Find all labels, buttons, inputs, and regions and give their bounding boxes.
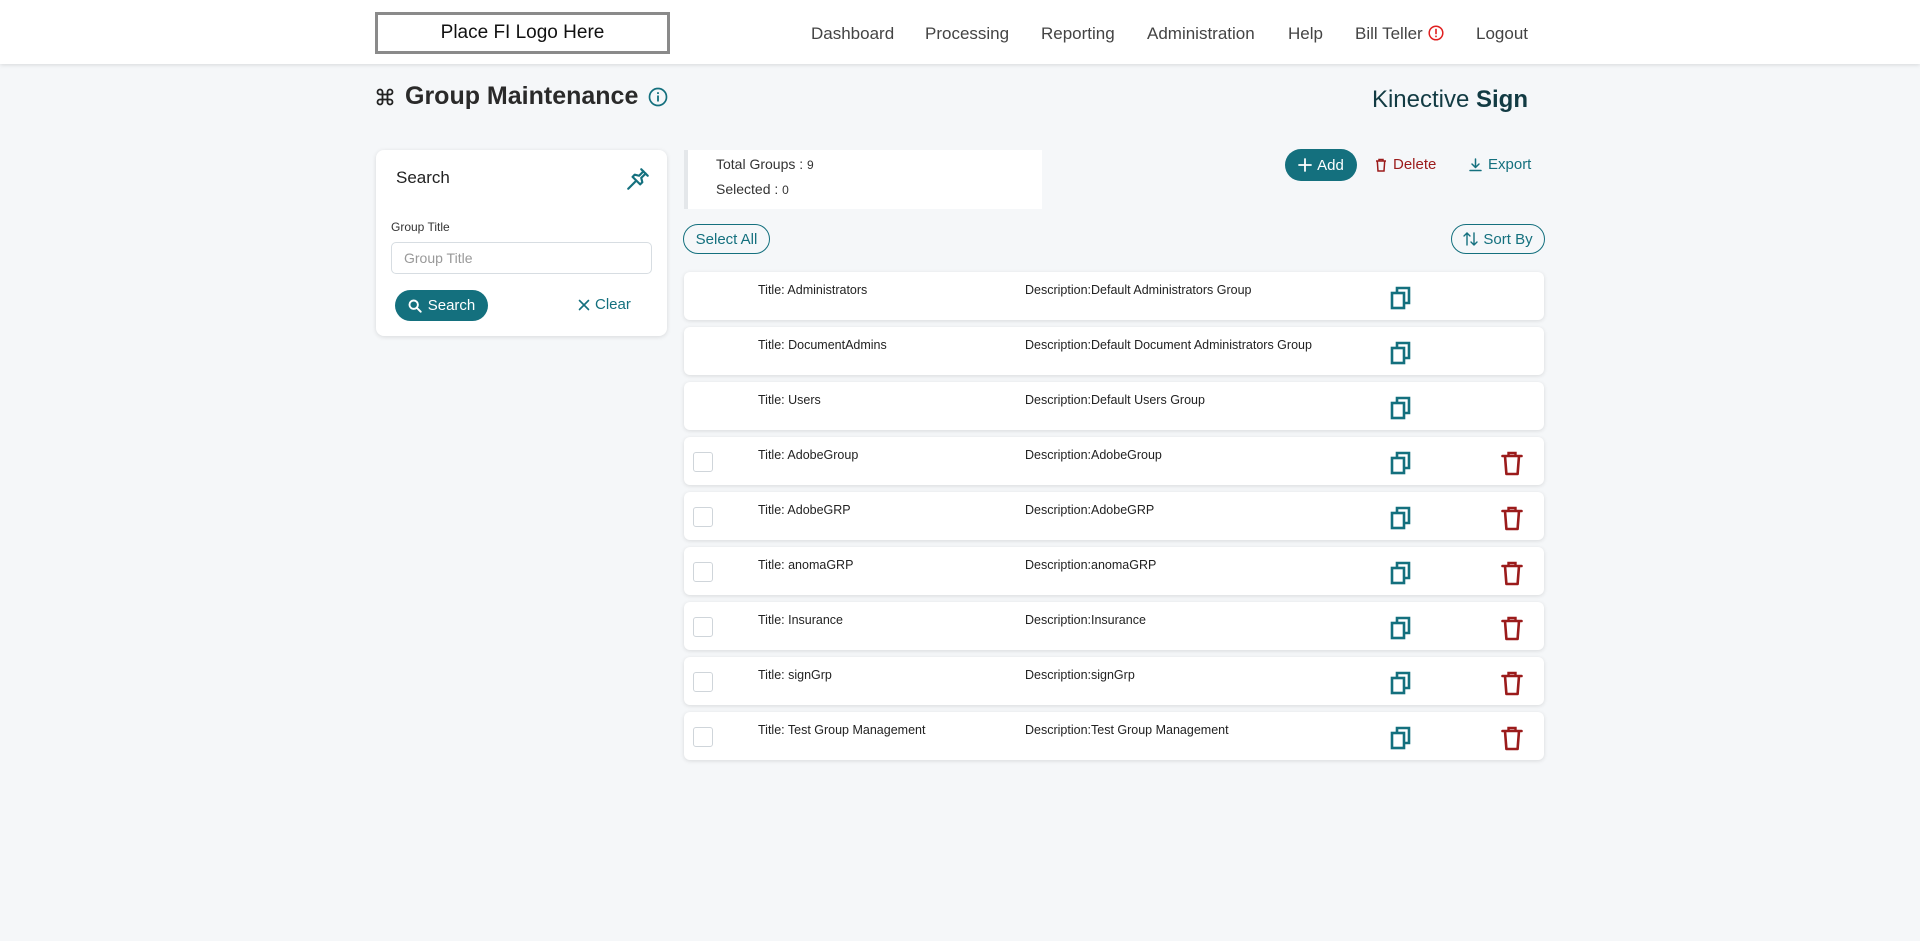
group-description: Description:signGrp	[1025, 668, 1135, 682]
clear-button[interactable]: Clear	[578, 296, 631, 313]
group-list: Title: Administrators Description:Defaul…	[684, 272, 1544, 767]
copy-icon[interactable]	[1390, 506, 1412, 530]
brand-light: Kinective	[1371, 86, 1476, 113]
search-icon	[408, 299, 422, 313]
group-title: Title: Test Group Management	[758, 723, 926, 737]
nav-reporting[interactable]: Reporting	[1041, 24, 1115, 44]
copy-icon[interactable]	[1390, 561, 1412, 585]
summary-panel: Total Groups : 9 Selected : 0	[684, 150, 1042, 209]
user-name: Bill Teller	[1355, 24, 1423, 43]
nav-help[interactable]: Help	[1288, 24, 1323, 44]
group-title-label: Group Title	[391, 220, 450, 234]
group-description: Description:AdobeGRP	[1025, 503, 1155, 517]
group-title: Title: DocumentAdmins	[758, 338, 887, 352]
trash-icon[interactable]	[1501, 616, 1523, 641]
group-description: Description:Default Administrators Group	[1025, 283, 1252, 297]
group-row: Title: DocumentAdmins Description:Defaul…	[684, 327, 1544, 375]
copy-icon[interactable]	[1390, 396, 1412, 420]
total-groups: Total Groups : 9	[716, 156, 814, 172]
selected-count: Selected : 0	[716, 181, 789, 197]
nav-logout[interactable]: Logout	[1476, 24, 1528, 44]
page-header: Group Maintenance	[375, 82, 668, 111]
row-checkbox[interactable]	[693, 617, 713, 637]
group-title: Title: signGrp	[758, 668, 832, 682]
group-description: Description:Insurance	[1025, 613, 1146, 627]
search-button[interactable]: Search	[395, 290, 488, 321]
group-title: Title: Administrators	[758, 283, 868, 297]
trash-icon[interactable]	[1501, 506, 1523, 531]
alert-icon	[1428, 25, 1444, 41]
add-button[interactable]: Add	[1285, 149, 1357, 181]
search-panel-title: Search	[396, 168, 450, 187]
download-icon	[1469, 157, 1482, 171]
group-description: Description:Default Users Group	[1025, 393, 1205, 407]
trash-icon	[1376, 158, 1386, 172]
copy-icon[interactable]	[1390, 286, 1412, 310]
delete-button[interactable]: Delete	[1375, 156, 1436, 173]
group-title: Title: Users	[758, 393, 821, 407]
sort-by-label: Sort By	[1483, 230, 1533, 248]
group-title: Title: Insurance	[758, 613, 843, 627]
close-icon	[578, 299, 590, 310]
group-row: Title: Users Description:Default Users G…	[684, 382, 1544, 430]
copy-icon[interactable]	[1390, 341, 1412, 365]
group-row: Title: AdobeGRP Description:AdobeGRP	[684, 492, 1544, 540]
export-button[interactable]: Export	[1469, 156, 1531, 173]
copy-icon[interactable]	[1390, 451, 1412, 475]
plus-icon	[1298, 158, 1313, 172]
clear-button-label: Clear	[595, 296, 631, 313]
row-checkbox[interactable]	[693, 727, 713, 747]
pin-icon[interactable]	[625, 166, 651, 192]
copy-icon[interactable]	[1390, 671, 1412, 695]
trash-icon[interactable]	[1501, 561, 1523, 586]
row-checkbox[interactable]	[693, 562, 713, 582]
select-all-button[interactable]: Select All	[683, 224, 770, 254]
group-description: Description:Default Document Administrat…	[1025, 338, 1312, 352]
trash-icon[interactable]	[1501, 726, 1523, 751]
sort-by-button[interactable]: Sort By	[1451, 224, 1545, 254]
group-row: Title: AdobeGroup Description:AdobeGroup	[684, 437, 1544, 485]
brand-bold: Sign	[1476, 86, 1528, 113]
group-row: Title: Test Group Management Description…	[684, 712, 1544, 760]
group-row: Title: Insurance Description:Insurance	[684, 602, 1544, 650]
group-description: Description:anomaGRP	[1025, 558, 1157, 572]
group-title: Title: AdobeGroup	[758, 448, 859, 462]
selected-count-value: 0	[782, 183, 789, 197]
trash-icon[interactable]	[1501, 451, 1523, 476]
copy-icon[interactable]	[1390, 726, 1412, 750]
nav-processing[interactable]: Processing	[925, 24, 1009, 44]
export-button-label: Export	[1488, 156, 1532, 173]
trash-icon[interactable]	[1501, 671, 1523, 696]
row-checkbox[interactable]	[693, 507, 713, 527]
row-checkbox[interactable]	[693, 452, 713, 472]
total-groups-label: Total Groups :	[716, 156, 808, 172]
row-checkbox[interactable]	[693, 672, 713, 692]
nav-administration[interactable]: Administration	[1147, 24, 1255, 44]
group-row: Title: signGrp Description:signGrp	[684, 657, 1544, 705]
total-groups-value: 9	[807, 158, 814, 172]
search-panel: Search Group Title Search Clear	[376, 150, 667, 336]
group-row: Title: Administrators Description:Defaul…	[684, 272, 1544, 320]
group-title-input[interactable]	[391, 242, 652, 274]
add-button-label: Add	[1317, 156, 1344, 174]
selected-count-label: Selected :	[716, 181, 783, 197]
top-navbar: Place FI Logo Here Dashboard Processing …	[0, 0, 1920, 64]
group-description: Description:Test Group Management	[1025, 723, 1229, 737]
brand-logo: Kinective Sign	[1372, 86, 1528, 114]
command-icon	[376, 88, 394, 105]
nav-dashboard[interactable]: Dashboard	[811, 24, 894, 44]
group-title: Title: anomaGRP	[758, 558, 854, 572]
nav-user-menu[interactable]: Bill Teller	[1355, 24, 1444, 44]
info-icon[interactable]	[648, 87, 668, 107]
delete-button-label: Delete	[1393, 156, 1437, 173]
sort-icon	[1463, 232, 1479, 246]
group-description: Description:AdobeGroup	[1025, 448, 1162, 462]
copy-icon[interactable]	[1390, 616, 1412, 640]
group-row: Title: anomaGRP Description:anomaGRP	[684, 547, 1544, 595]
fi-logo-placeholder[interactable]: Place FI Logo Here	[375, 12, 670, 54]
search-button-label: Search	[427, 297, 476, 314]
group-title: Title: AdobeGRP	[758, 503, 851, 517]
page-title: Group Maintenance	[405, 82, 639, 110]
